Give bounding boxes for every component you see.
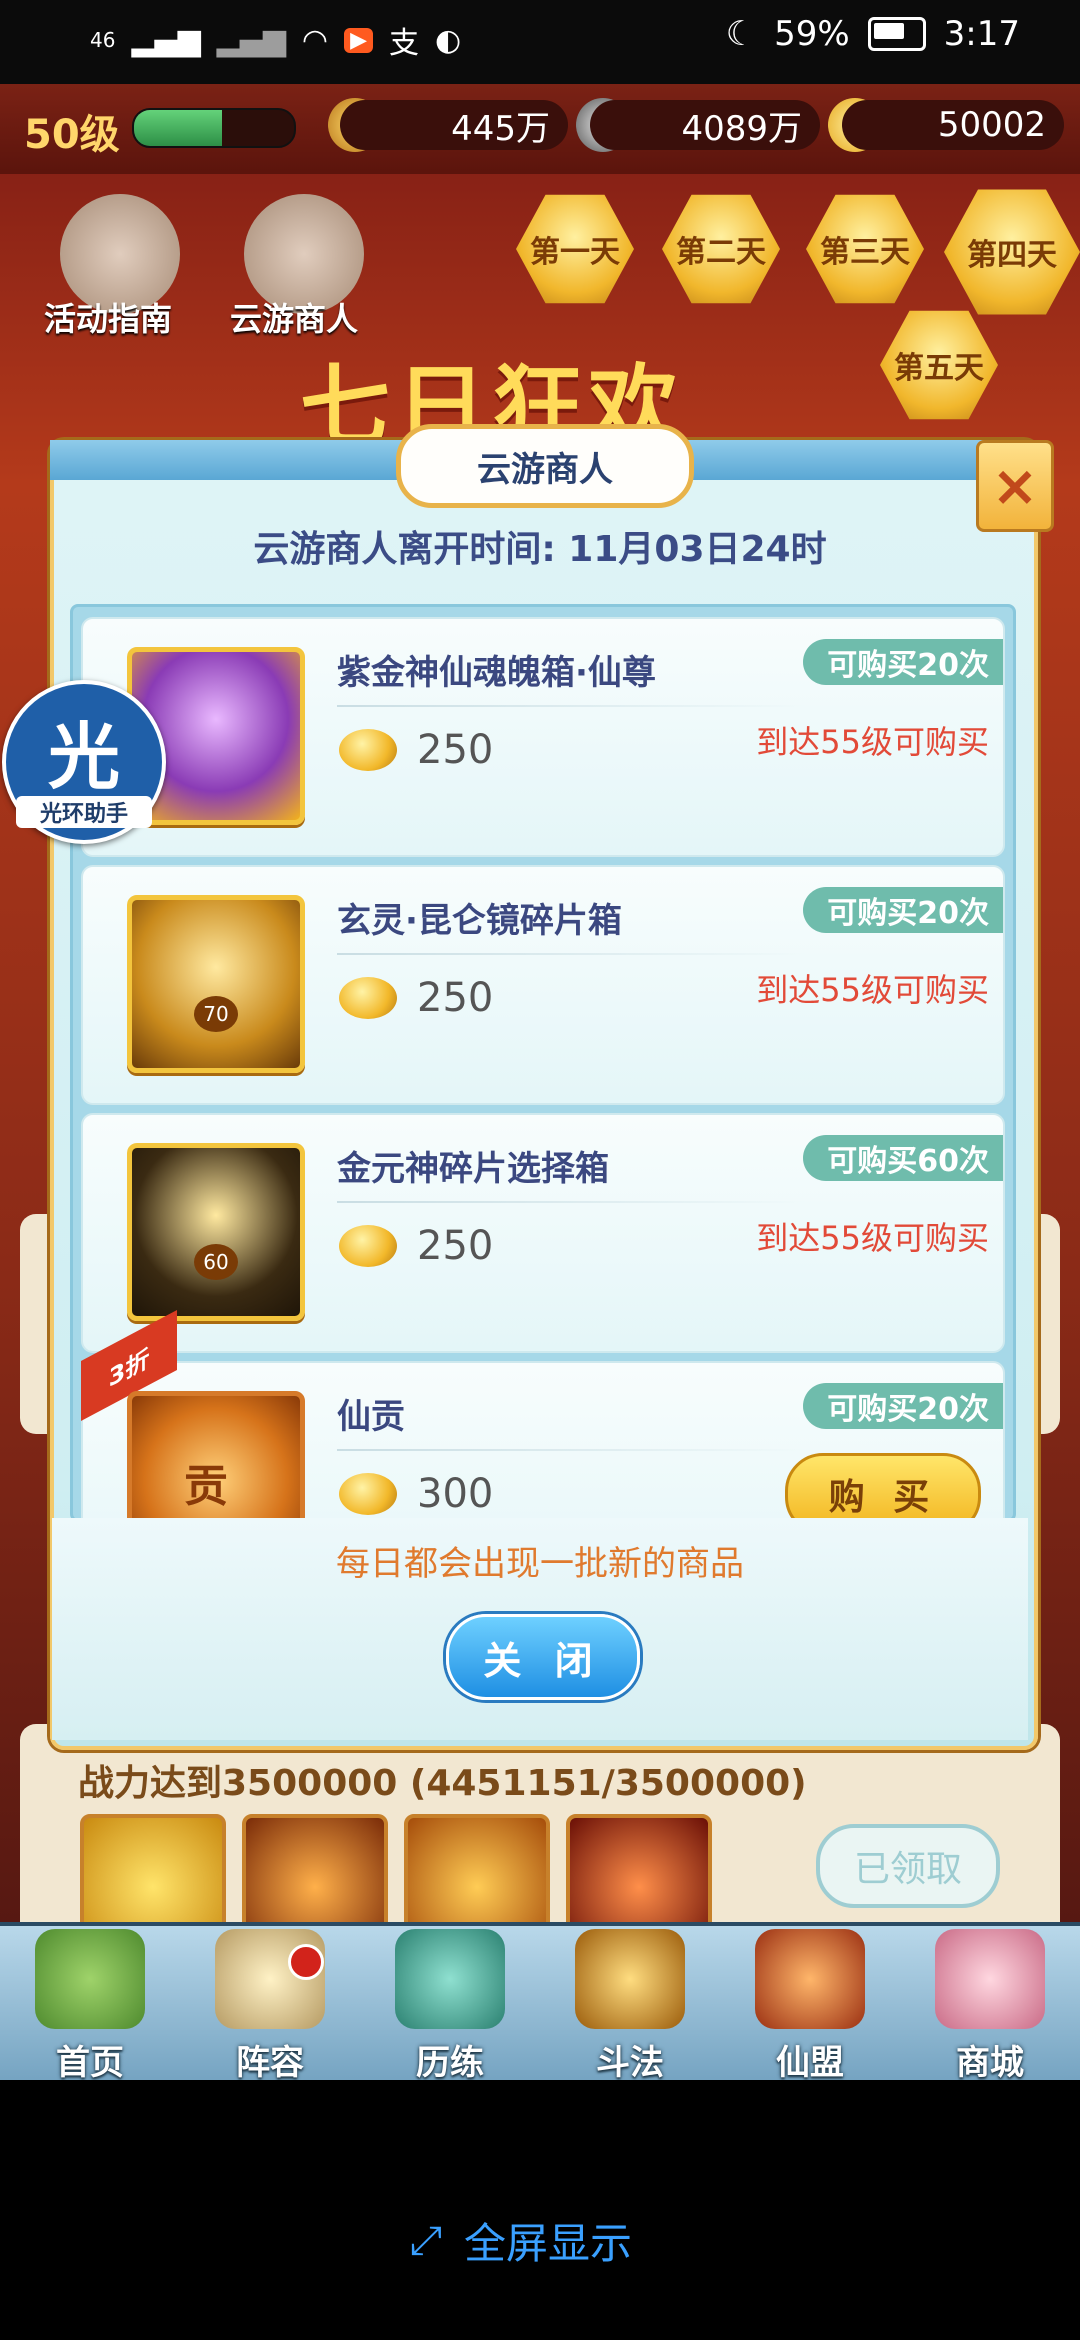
fullscreen-footer: ⤢ 全屏显示 (0, 2080, 1080, 2340)
item-divider (337, 1449, 807, 1451)
power-text: 445万 (451, 108, 550, 149)
signal-icon-2: ▂▄▆ (216, 22, 286, 58)
app-notification-icon: ▶ (344, 27, 373, 53)
nav-lineup[interactable]: 阵容 (180, 1926, 360, 2094)
expand-icon: ⤢ (410, 2217, 442, 2264)
level-requirement: 到达55级可购买 (756, 1219, 989, 1257)
floating-helper-button[interactable]: 光 光环助手 (2, 680, 166, 844)
moon-icon: ☾ (725, 14, 757, 54)
day-5-tab[interactable]: 第五天 (880, 310, 998, 420)
gold-ingot-icon (339, 977, 397, 1019)
nav-home-label: 首页 (56, 2043, 124, 2083)
copper-text: 4089万 (681, 108, 802, 149)
item-price: 250 (417, 1223, 494, 1269)
item-price: 300 (417, 1471, 494, 1517)
item-divider (337, 1201, 807, 1203)
list-item[interactable]: 60 金元神碎片选择箱 250 可购买60次 到达55级可购买 (81, 1113, 1005, 1353)
nav-alliance-label: 仙盟 (776, 2043, 844, 2083)
list-item[interactable]: 70 玄灵·昆仑镜碎片箱 250 可购买20次 到达55级可购买 (81, 865, 1005, 1105)
item-name: 仙贡 (337, 1397, 405, 1437)
mirror-shard-chest-icon: 70 (127, 895, 305, 1073)
purchase-limit-badge: 可购买20次 (803, 639, 1003, 685)
item-price: 250 (417, 727, 494, 773)
network-type: 46 (90, 28, 116, 52)
palace-icon (755, 1929, 865, 2029)
chest-level-label: 60 (194, 1244, 238, 1280)
close-icon[interactable]: × (976, 440, 1054, 532)
fullscreen-label: 全屏显示 (464, 2219, 633, 2268)
power-value: 445万 (340, 100, 568, 150)
chest-level-label: 70 (194, 996, 238, 1032)
gold-text: 50002 (937, 105, 1046, 145)
day-2-tab[interactable]: 第二天 (662, 194, 780, 304)
nav-lineup-label: 阵容 (236, 2043, 304, 2083)
battery-percent: 59% (774, 14, 850, 54)
close-button[interactable]: 关 闭 (446, 1614, 640, 1700)
clock: 3:17 (943, 14, 1020, 54)
contribution-coin-icon: 贡 (127, 1391, 305, 1519)
purchase-limit-badge: 可购买60次 (803, 1135, 1003, 1181)
item-list[interactable]: 紫金神仙魂魄箱·仙尊 250 可购买20次 到达55级可购买 70 玄灵·昆仑镜… (70, 604, 1016, 1522)
purchase-limit-badge: 可购买20次 (803, 887, 1003, 933)
day-1-tab[interactable]: 第一天 (516, 194, 634, 304)
gold-ingot-icon (339, 1473, 397, 1515)
wifi-icon: ◠ (301, 22, 329, 58)
notification-dot (288, 1944, 324, 1980)
status-bar: 46 ▂▄▆ ▂▄▆ ◠ ▶ 支 ◐ ☾ 59% 3:17 (0, 0, 1080, 84)
gold-ingot-icon (339, 729, 397, 771)
bottom-nav: 首页 阵容 历练 斗法 仙盟 商城 (0, 1922, 1080, 2094)
daily-refresh-note: 每日都会出现一批新的商品 (336, 1544, 744, 1584)
purchase-limit-badge: 可购买20次 (803, 1383, 1003, 1429)
nav-battle-label: 斗法 (596, 2043, 664, 2083)
activity-guide-label[interactable]: 活动指南 (44, 294, 172, 340)
card-chest-icon: 60 (127, 1143, 305, 1321)
level-progress-bar (132, 108, 296, 148)
status-left-icons: 46 ▂▄▆ ▂▄▆ ◠ ▶ 支 ◐ (90, 18, 461, 62)
alipay-icon: 支 (389, 26, 419, 61)
item-price: 250 (417, 975, 494, 1021)
battery-icon (867, 17, 926, 51)
shop-girl-icon (935, 1929, 1045, 2029)
level-requirement: 到达55级可购买 (756, 971, 989, 1009)
helper-glyph: 光 (47, 715, 120, 799)
nav-alliance[interactable]: 仙盟 (720, 1926, 900, 2094)
buy-button[interactable]: 购 买 (785, 1453, 981, 1519)
dialog-title: 云游商人 (396, 424, 694, 508)
item-name: 玄灵·昆仑镜碎片箱 (337, 901, 622, 941)
nav-training[interactable]: 历练 (360, 1926, 540, 2094)
merchant-leave-time: 云游商人离开时间: 11月03日24时 (253, 529, 827, 570)
nav-shop-label: 商城 (956, 2043, 1024, 2083)
item-name: 金元神碎片选择箱 (337, 1149, 609, 1189)
resource-bar: 50级 445万 4089万 50002 (0, 84, 1080, 174)
home-icon (35, 1929, 145, 2029)
level-requirement: 到达55级可购买 (756, 723, 989, 761)
day-3-tab[interactable]: 第三天 (806, 194, 924, 304)
player-level: 50级 (24, 112, 120, 158)
training-icon (395, 1929, 505, 2029)
task-text: 战力达到3500000 (4451151/3500000) (78, 1763, 807, 1804)
fullscreen-link[interactable]: ⤢ 全屏显示 (410, 2210, 632, 2271)
wechat-icon: ◐ (435, 22, 462, 58)
gold-value: 50002 (842, 100, 1064, 150)
nav-training-label: 历练 (416, 2043, 484, 2083)
nav-shop[interactable]: 商城 (900, 1926, 1080, 2094)
signal-icon: ▂▄▆ (131, 22, 201, 58)
item-name: 紫金神仙魂魄箱·仙尊 (337, 653, 656, 693)
day-4-tab[interactable]: 第四天 (944, 189, 1080, 315)
claimed-button[interactable]: 已领取 (816, 1824, 1000, 1908)
helper-label: 光环助手 (16, 796, 152, 828)
sword-icon (575, 1929, 685, 2029)
coin-glyph: 贡 (184, 1461, 228, 1512)
status-right-icons: ☾ 59% 3:17 (726, 14, 1020, 54)
list-item[interactable]: 紫金神仙魂魄箱·仙尊 250 可购买20次 到达55级可购买 (81, 617, 1005, 857)
item-divider (337, 953, 807, 955)
nav-home[interactable]: 首页 (0, 1926, 180, 2094)
item-divider (337, 705, 807, 707)
copper-value: 4089万 (590, 100, 820, 150)
gold-ingot-icon (339, 1225, 397, 1267)
nav-battle[interactable]: 斗法 (540, 1926, 720, 2094)
list-item[interactable]: 3折 贡 仙贡 300 可购买20次 购 买 (81, 1309, 1005, 1519)
